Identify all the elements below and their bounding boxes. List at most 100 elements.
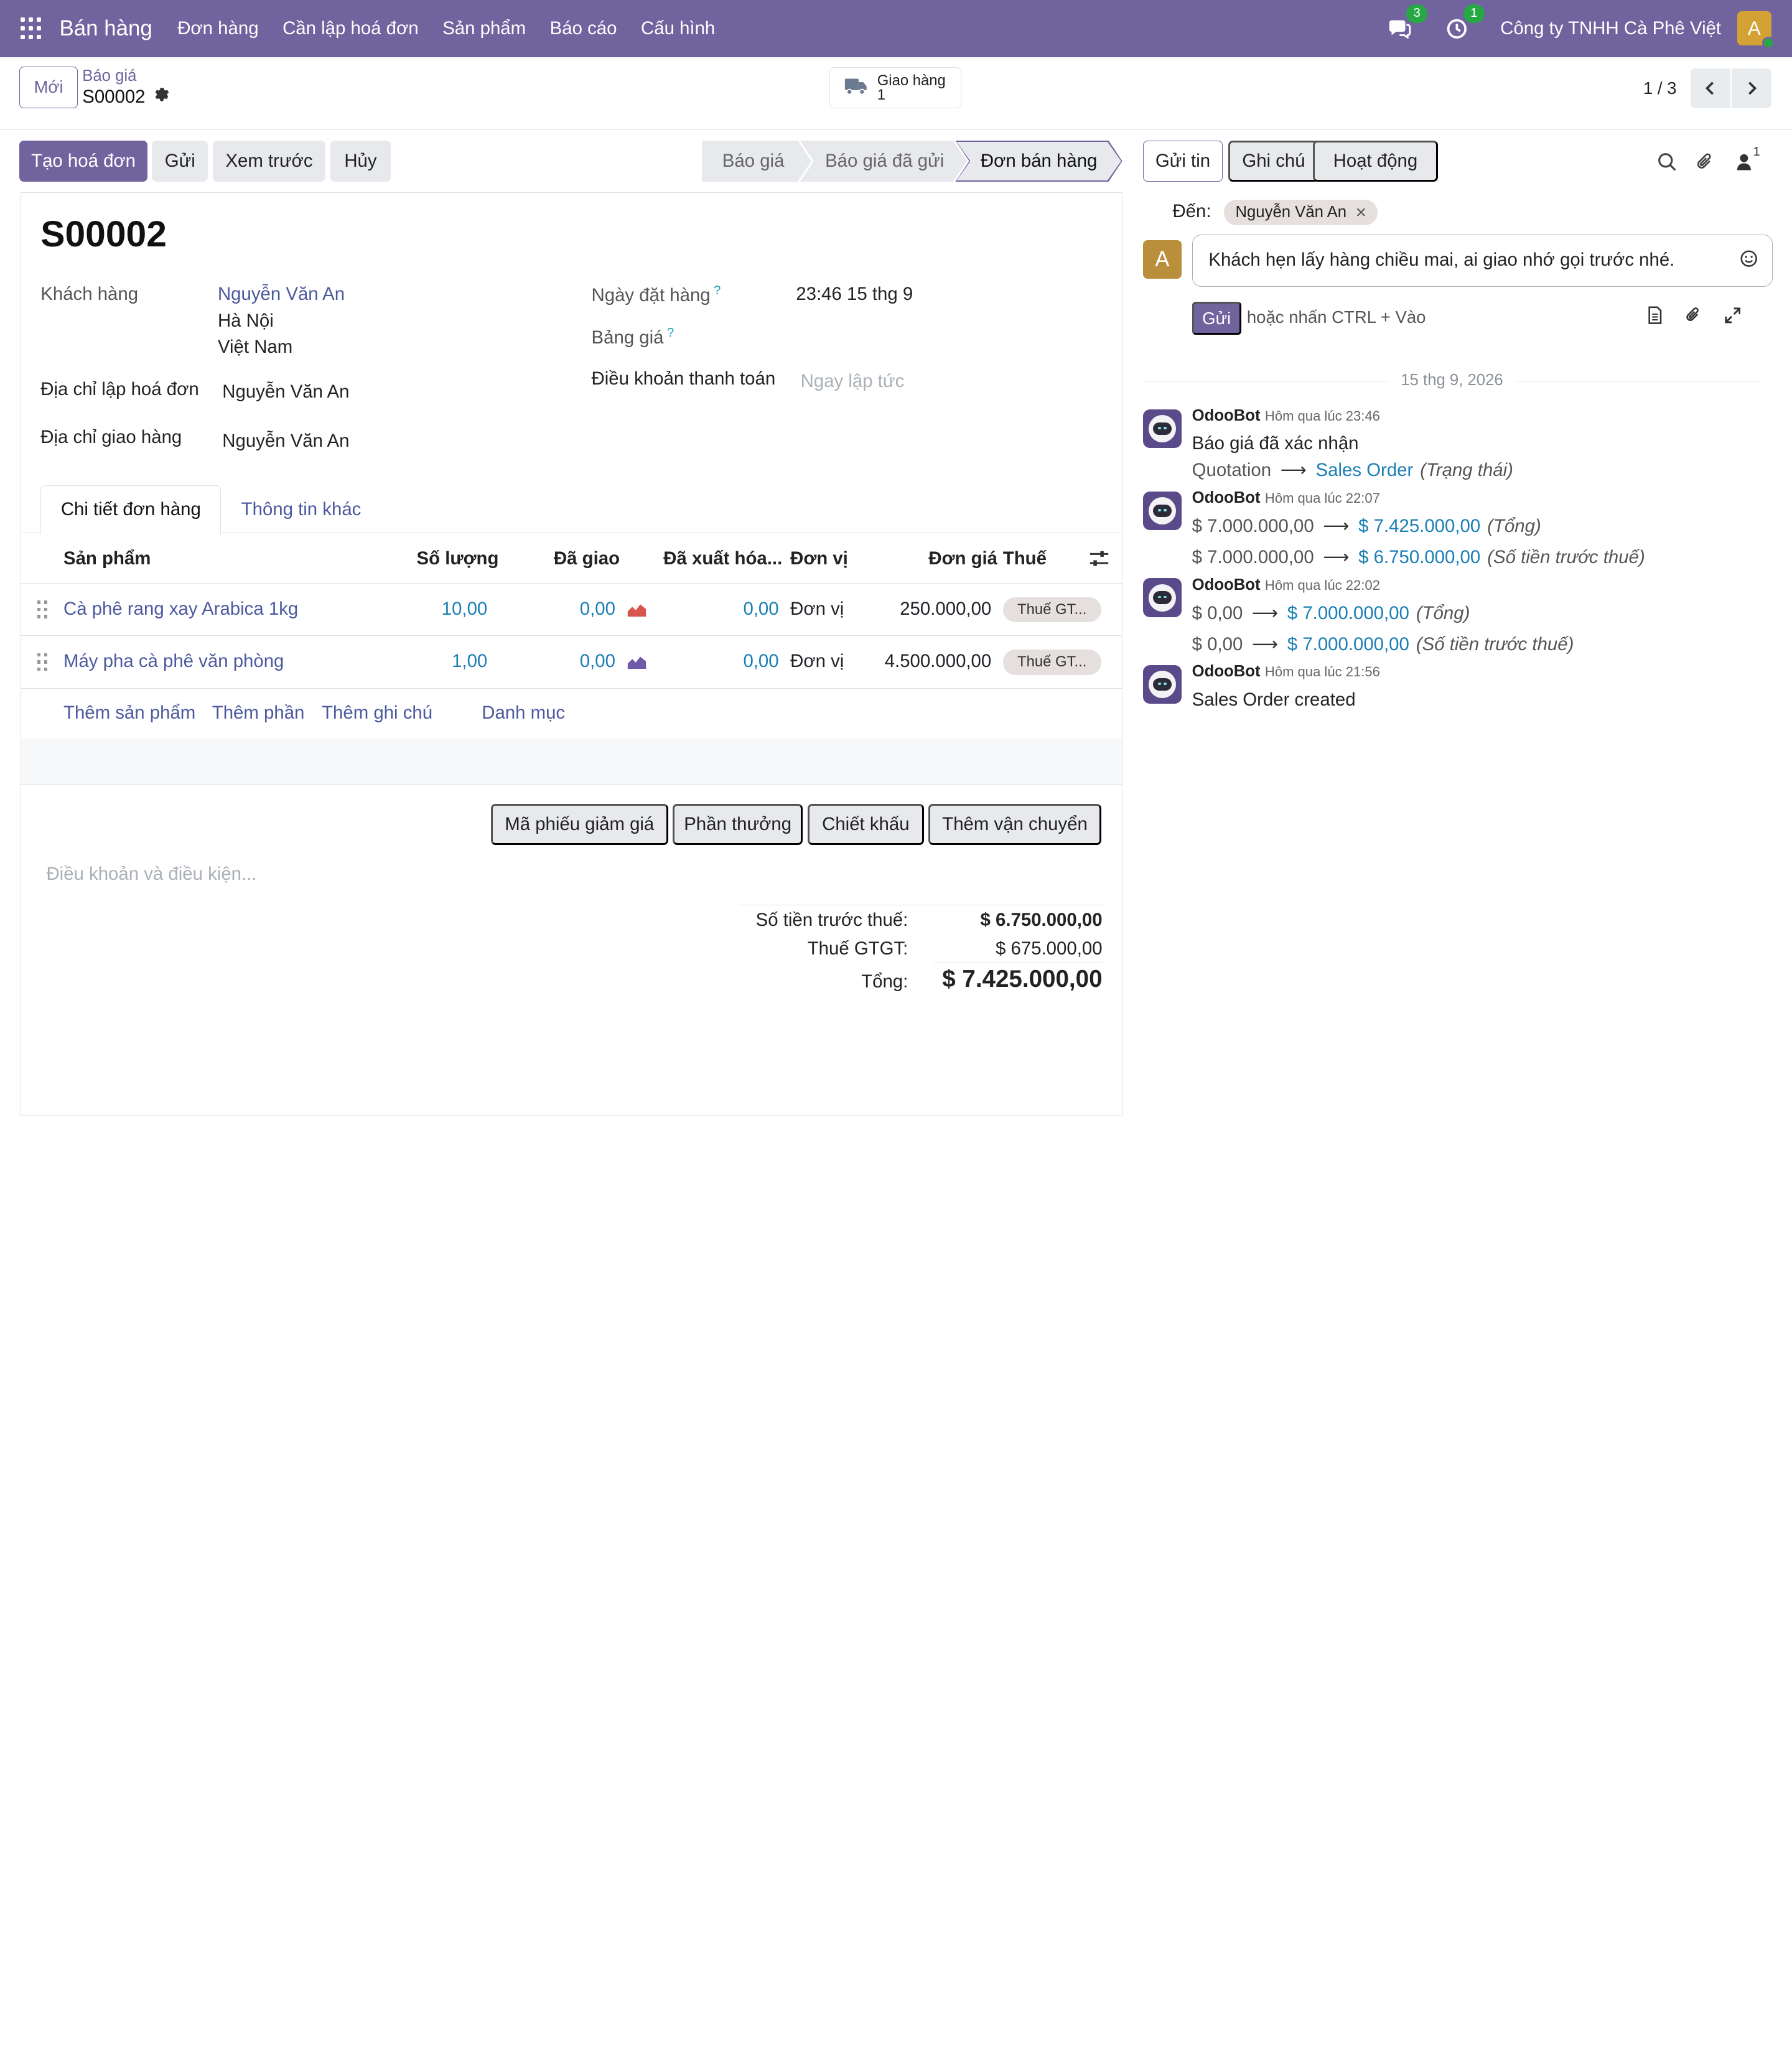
clock-icon[interactable]: 1	[1443, 4, 1485, 42]
tab-order-lines[interactable]: Chi tiết đơn hàng	[40, 485, 222, 534]
add-section-link[interactable]: Thêm phần	[212, 702, 305, 724]
stage-quotation-sent[interactable]: Báo giá đã gửi	[800, 141, 967, 182]
drag-handle-icon[interactable]	[37, 600, 49, 618]
forecast-chart-icon[interactable]	[627, 600, 647, 622]
recipient-tag[interactable]: Nguyễn Văn An ×	[1224, 200, 1378, 225]
coupon-button[interactable]: Mã phiếu giảm giá	[490, 804, 668, 846]
column-product[interactable]: Sản phẩm	[63, 548, 151, 569]
delivery-smart-button[interactable]: Giao hàng 1	[829, 67, 961, 109]
send-message-button[interactable]: Gửi tin	[1142, 140, 1223, 182]
row-tax-badge[interactable]: Thuế GT...	[1002, 650, 1101, 675]
row-product[interactable]: Máy pha cà phê văn phòng	[63, 651, 284, 672]
menu-item-products[interactable]: Sản phẩm	[442, 18, 526, 39]
column-uom[interactable]: Đơn vị	[790, 548, 848, 569]
message-author: OdooBot Hôm qua lúc 22:02	[1192, 576, 1380, 594]
composer-avatar: A	[1142, 240, 1182, 279]
row-delivered[interactable]: 0,00	[580, 651, 615, 672]
expand-icon[interactable]	[1722, 305, 1743, 325]
apps-grid-icon[interactable]	[21, 17, 44, 40]
odoobot-avatar[interactable]	[1142, 578, 1182, 617]
send-button[interactable]: Gửi	[152, 140, 208, 182]
company-switcher[interactable]: Công ty TNHH Cà Phê Việt	[1500, 18, 1721, 39]
message-composer-input[interactable]: Khách hẹn lấy hàng chiều mai, ai giao nh…	[1192, 234, 1773, 287]
search-icon[interactable]	[1655, 150, 1680, 175]
document-icon[interactable]	[1645, 305, 1665, 325]
row-quantity[interactable]: 10,00	[442, 599, 488, 620]
table-row[interactable]: Cà phê rang xay Arabica 1kg 10,00 0,00 0…	[21, 584, 1122, 637]
composer-send-button[interactable]: Gửi	[1192, 301, 1241, 335]
breadcrumb-parent[interactable]: Báo giá	[82, 67, 169, 85]
catalog-link[interactable]: Danh mục	[482, 702, 565, 724]
add-note-link[interactable]: Thêm ghi chú	[322, 702, 432, 724]
row-quantity[interactable]: 1,00	[452, 651, 487, 672]
table-row[interactable]: Máy pha cà phê văn phòng 1,00 0,00 0,00 …	[21, 636, 1122, 689]
order-date-help-icon[interactable]: ?	[714, 284, 721, 297]
pager-previous-button[interactable]	[1690, 68, 1730, 109]
create-invoice-button[interactable]: Tạo hoá đơn	[19, 140, 147, 182]
chat-icon[interactable]: 3	[1386, 4, 1427, 42]
invoice-address-field[interactable]: Nguyễn Văn An	[222, 381, 349, 403]
app-root: Bán hàng Đơn hàng Cần lập hoá đơn Sản ph…	[0, 0, 1792, 1120]
terms-conditions-field[interactable]: Điều khoản và điều kiện...	[46, 864, 256, 885]
payment-terms-field[interactable]: Ngay lập tức	[801, 371, 905, 392]
odoobot-avatar[interactable]	[1142, 409, 1182, 448]
recipient-name: Nguyễn Văn An	[1235, 203, 1347, 222]
app-brand[interactable]: Bán hàng	[59, 16, 152, 41]
author-name[interactable]: OdooBot	[1192, 489, 1261, 506]
drag-handle-icon[interactable]	[37, 653, 49, 671]
stage-sales-order[interactable]: Đơn bán hàng	[955, 141, 1122, 182]
odoobot-avatar[interactable]	[1142, 665, 1182, 704]
menu-item-reports[interactable]: Báo cáo	[550, 18, 617, 39]
row-invoiced[interactable]: 0,00	[743, 651, 778, 672]
author-name[interactable]: OdooBot	[1192, 576, 1261, 594]
column-delivered[interactable]: Đã giao	[554, 548, 620, 569]
menu-item-to-invoice[interactable]: Cần lập hoá đơn	[282, 18, 419, 39]
tracking-field: (Số tiền trước thuế)	[1416, 633, 1574, 655]
row-tax-badge[interactable]: Thuế GT...	[1002, 597, 1101, 623]
breadcrumb: Báo giá S00002	[82, 67, 169, 108]
row-uom[interactable]: Đơn vị	[790, 599, 844, 620]
tab-other-info[interactable]: Thông tin khác	[227, 485, 376, 534]
pager-next-button[interactable]	[1731, 68, 1771, 109]
stage-quotation[interactable]: Báo giá	[702, 141, 811, 182]
forecast-chart-icon[interactable]	[627, 653, 647, 674]
paperclip-icon[interactable]	[1692, 150, 1717, 175]
emoji-icon[interactable]	[1740, 250, 1758, 273]
delivery-address-field[interactable]: Nguyễn Văn An	[222, 431, 349, 452]
new-button[interactable]: Mới	[19, 66, 78, 109]
user-avatar[interactable]: A	[1737, 11, 1775, 49]
column-quantity[interactable]: Số lượng	[417, 548, 499, 569]
pager-value[interactable]: 1 / 3	[1643, 78, 1677, 98]
add-shipping-button[interactable]: Thêm vận chuyển	[928, 804, 1101, 846]
row-price[interactable]: 250.000,00	[900, 599, 991, 620]
close-icon[interactable]: ×	[1356, 202, 1366, 223]
followers-count: 1	[1753, 145, 1760, 159]
activities-button[interactable]: Hoạt động	[1313, 140, 1438, 182]
row-price[interactable]: 4.500.000,00	[885, 651, 992, 672]
author-name[interactable]: OdooBot	[1192, 663, 1261, 680]
customer-name-link[interactable]: Nguyễn Văn An	[218, 284, 345, 305]
row-uom[interactable]: Đơn vị	[790, 651, 844, 672]
row-delivered[interactable]: 0,00	[580, 599, 615, 620]
pricelist-help-icon[interactable]: ?	[667, 326, 674, 340]
column-tax[interactable]: Thuế	[1003, 548, 1047, 569]
rewards-button[interactable]: Phần thưởng	[672, 804, 803, 846]
menu-item-config[interactable]: Cấu hình	[641, 18, 715, 39]
discount-button[interactable]: Chiết khấu	[807, 804, 925, 846]
preview-button[interactable]: Xem trước	[212, 140, 326, 182]
author-name[interactable]: OdooBot	[1192, 407, 1261, 424]
log-note-button[interactable]: Ghi chú	[1228, 140, 1319, 182]
odoobot-avatar[interactable]	[1142, 491, 1182, 531]
row-invoiced[interactable]: 0,00	[743, 599, 778, 620]
column-invoiced[interactable]: Đã xuất hóa...	[663, 548, 782, 569]
cancel-button[interactable]: Hủy	[330, 140, 391, 182]
column-settings-icon[interactable]	[1089, 549, 1109, 572]
menu-item-orders[interactable]: Đơn hàng	[177, 18, 258, 39]
online-status-dot	[1762, 36, 1775, 49]
column-price[interactable]: Đơn giá	[928, 548, 997, 569]
paperclip-icon[interactable]	[1683, 305, 1704, 325]
row-product[interactable]: Cà phê rang xay Arabica 1kg	[63, 599, 298, 620]
add-product-link[interactable]: Thêm sản phẩm	[63, 702, 195, 724]
order-date-field[interactable]: 23:46 15 thg 9	[796, 284, 913, 305]
gear-icon[interactable]	[153, 86, 169, 108]
